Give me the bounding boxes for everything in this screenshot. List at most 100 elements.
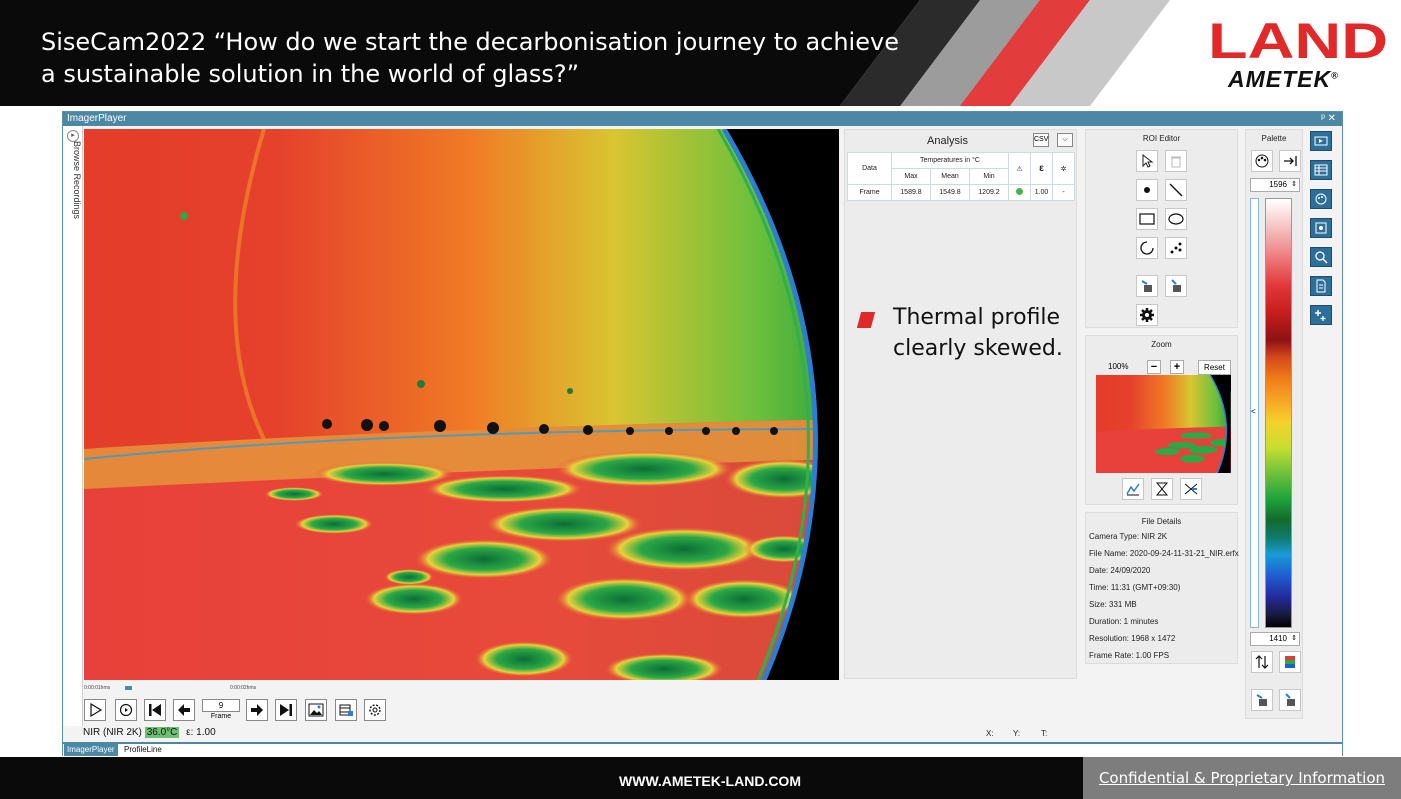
loop-button[interactable] [115, 699, 137, 721]
auto-range-icon[interactable] [1122, 478, 1144, 500]
invert-palette-icon[interactable] [1251, 651, 1273, 673]
file-detail-framerate: Frame Rate: 1.00 FPS [1089, 651, 1170, 660]
settings-gear-icon[interactable] [364, 699, 386, 721]
file-detail-filename: File Name: 2020-09-24-11-31-21_NIR.erfx [1089, 549, 1239, 558]
row-mean: 1549.8 [930, 184, 970, 201]
trash-icon[interactable] [1165, 150, 1187, 172]
next-frame-button[interactable] [246, 699, 268, 721]
filter-icon[interactable]: ✲ [1052, 152, 1075, 185]
time-end: 0:00:02hms [230, 685, 257, 691]
zoom-out-button[interactable]: − [1147, 360, 1161, 374]
palette-max-value: 1596 [1269, 180, 1287, 189]
collapse-arrow-icon[interactable]: < [1251, 407, 1256, 416]
palette-export-icon[interactable] [1279, 150, 1301, 172]
spinner-icon[interactable]: ⇕ [1291, 633, 1297, 645]
file-detail-duration: Duration: 1 minutes [1089, 617, 1159, 626]
header-min: Min [969, 168, 1009, 185]
file-details-title: File Details [1141, 517, 1182, 526]
table-view-icon[interactable] [1310, 160, 1332, 180]
window-titlebar: ImagerPlayer ᵖ ✕ [63, 112, 1342, 126]
emissivity-label: ε: 1.00 [186, 727, 216, 738]
ametek-logo-text: AMETEK [1228, 66, 1332, 92]
t-coordinate-label: T: [1041, 729, 1048, 738]
roi-editor-panel: ROI Editor [1085, 129, 1238, 328]
polygon-roi-icon[interactable] [1136, 237, 1158, 259]
range-lock-icon[interactable] [1151, 478, 1173, 500]
last-frame-button[interactable] [275, 699, 297, 721]
zoom-level: 100% [1108, 362, 1129, 371]
csv-export-button[interactable]: CSV [1033, 133, 1049, 147]
palette-import-icon[interactable] [1251, 689, 1273, 711]
palette-max-input[interactable]: 1596 ⇕ [1250, 178, 1300, 192]
bullet-marker-icon [856, 312, 876, 328]
palette-save-icon[interactable] [1279, 689, 1301, 711]
import-roi-icon[interactable] [1136, 275, 1158, 297]
roi-editor-title: ROI Editor [1142, 134, 1181, 143]
spinner-icon[interactable]: ⇕ [1291, 179, 1297, 191]
export-roi-icon[interactable] [1165, 275, 1187, 297]
browse-recordings-label[interactable]: Browse Recordings [72, 141, 82, 221]
multipoint-roi-icon[interactable] [1165, 237, 1187, 259]
palette-min-input[interactable]: 1410 ⇕ [1250, 632, 1300, 646]
search-icon[interactable] [1310, 247, 1332, 267]
export-video-button[interactable] [335, 699, 357, 721]
add-tool-icon[interactable] [1310, 305, 1332, 325]
header-temps: Temperatures in °C [891, 152, 1009, 169]
frame-number-input[interactable]: 9 [202, 699, 240, 712]
palette-color-scale [1265, 198, 1292, 628]
slide-header: SiseCam2022 “How do we start the decarbo… [0, 0, 1401, 106]
image-settings-icon[interactable] [1310, 218, 1332, 238]
palette-swatch-icon[interactable] [1279, 651, 1301, 673]
table-row[interactable]: Frame 1589.8 1549.8 1209.2 1.00 - [847, 184, 1075, 201]
file-detail-date: Date: 24/09/2020 [1089, 566, 1151, 575]
browse-recordings-sidebar[interactable]: ▸ Browse Recordings [63, 126, 83, 726]
chevron-down-icon[interactable]: ⌵ [1057, 133, 1073, 147]
y-coordinate-label: Y: [1013, 729, 1021, 738]
analysis-panel: Analysis CSV ⌵ Data Temperatures in °C ⚠… [844, 129, 1077, 679]
land-logo-text: LAND [1208, 18, 1388, 62]
zoom-thumbnail[interactable] [1096, 375, 1231, 473]
play-button[interactable] [84, 699, 106, 721]
palette-min-value: 1410 [1269, 634, 1287, 643]
snapshot-button[interactable] [305, 699, 327, 721]
window-controls[interactable]: ᵖ ✕ [1321, 112, 1336, 126]
line-roi-icon[interactable] [1165, 179, 1187, 201]
header-data: Data [847, 152, 892, 185]
zoom-panel: Zoom 100% − + Reset [1085, 335, 1238, 505]
file-detail-resolution: Resolution: 1968 x 1472 [1089, 634, 1176, 643]
tab-imagerplayer[interactable]: ImagerPlayer [64, 744, 118, 756]
temperature-badge: 36.0°C [144, 727, 180, 738]
header-emissivity: ε [1030, 152, 1053, 185]
zoom-title: Zoom [1151, 340, 1172, 349]
video-view-icon[interactable] [1310, 131, 1332, 151]
file-detail-camera: Camera Type: NIR 2K [1089, 532, 1168, 541]
point-roi-icon[interactable] [1136, 179, 1158, 201]
tab-profileline[interactable]: ProfileLine [121, 744, 165, 756]
palette-select-icon[interactable] [1251, 150, 1273, 172]
zoom-reset-button[interactable]: Reset [1198, 360, 1231, 375]
slide-footer: WWW.AMETEK-LAND.COM Confidential & Propr… [0, 757, 1401, 799]
zoom-in-button[interactable]: + [1170, 360, 1184, 374]
report-icon[interactable] [1310, 276, 1332, 296]
previous-frame-button[interactable] [173, 699, 195, 721]
timeline-slider[interactable] [125, 686, 132, 690]
frame-label: Frame [210, 713, 232, 720]
pointer-icon[interactable] [1136, 150, 1158, 172]
ametek-logo: AMETEK® [1228, 66, 1339, 93]
footer-confidential[interactable]: Confidential & Proprietary Information [1083, 757, 1401, 799]
land-logo: LAND [1208, 18, 1388, 62]
gear-icon[interactable] [1136, 304, 1158, 326]
range-adjust-icon[interactable] [1180, 478, 1202, 500]
row-data: Frame [847, 184, 892, 201]
palette-view-icon[interactable] [1310, 189, 1332, 209]
thermal-image-viewer[interactable] [84, 129, 839, 680]
window-title: ImagerPlayer [67, 113, 127, 124]
row-max: 1589.8 [891, 184, 931, 201]
first-frame-button[interactable] [144, 699, 166, 721]
warning-icon[interactable]: ⚠ [1008, 152, 1031, 185]
rectangle-roi-icon[interactable] [1136, 208, 1158, 230]
file-detail-size: Size: 331 MB [1089, 600, 1137, 609]
header-mean: Mean [930, 168, 970, 185]
time-start: 0:00:01hms [84, 685, 111, 691]
ellipse-roi-icon[interactable] [1165, 208, 1187, 230]
